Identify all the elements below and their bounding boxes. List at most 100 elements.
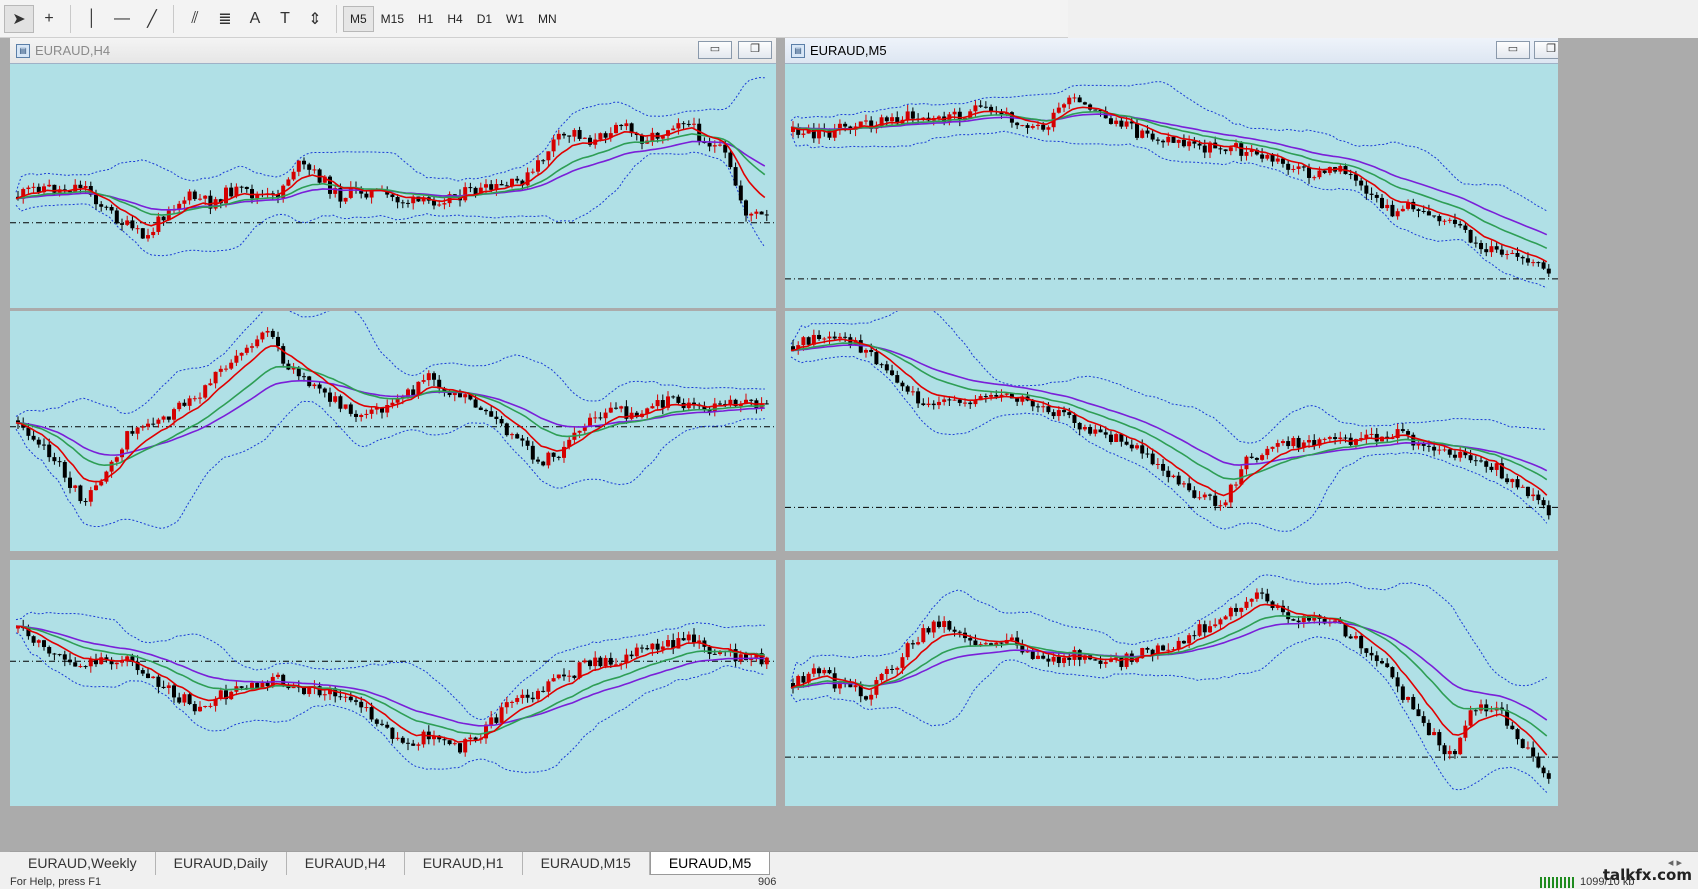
restore-button[interactable]: ❐ <box>1534 41 1558 59</box>
tab-euraud-h1[interactable]: EURAUD,H1 <box>405 852 523 875</box>
candle <box>47 179 52 188</box>
candle <box>942 616 947 633</box>
text-label-tool-icon[interactable]: T <box>270 5 300 33</box>
chart-window-titlebar[interactable]: ▤ EURAUD,H4 ▭ ❐ <box>10 38 776 64</box>
candle <box>1312 175 1317 181</box>
trend-line-tool-icon[interactable]: ╱ <box>137 5 167 33</box>
candle <box>208 703 213 709</box>
ma-mid-line <box>15 133 766 216</box>
chart-pane-bottom-left[interactable] <box>10 560 776 806</box>
candle <box>572 675 577 680</box>
ma-fast-line <box>790 106 1548 263</box>
candle <box>1479 699 1484 714</box>
candle <box>588 413 592 428</box>
candle <box>681 631 686 641</box>
candle <box>1093 424 1098 437</box>
candle <box>525 689 530 703</box>
chart-pane-top-right[interactable]: ▤ EURAUD,M5 ▭ ❐ <box>785 38 1558 308</box>
candle <box>494 411 499 425</box>
candle <box>1437 214 1442 226</box>
toolbar-separator <box>173 4 174 33</box>
candle <box>1531 259 1536 267</box>
candle <box>968 109 973 119</box>
timeframe-d1-button[interactable]: D1 <box>470 6 499 32</box>
candle <box>161 680 166 689</box>
candle <box>224 365 228 372</box>
tab-euraud-m5[interactable]: EURAUD,M5 <box>649 852 771 875</box>
candle <box>1426 719 1431 736</box>
candle <box>619 124 624 130</box>
timeframe-h4-button[interactable]: H4 <box>440 6 469 32</box>
candle <box>863 114 868 125</box>
candle <box>1359 633 1364 655</box>
crosshair-tool-icon[interactable]: + <box>34 5 64 33</box>
candle <box>244 186 249 193</box>
candle <box>1260 148 1265 163</box>
candle <box>551 674 556 682</box>
candle <box>1536 490 1541 505</box>
chart-window-titlebar[interactable]: ▤ EURAUD,M5 ▭ ❐ <box>785 38 1558 64</box>
cursor-arrow-tool-icon[interactable]: ➤ <box>4 4 34 33</box>
minimize-button[interactable]: ▭ <box>1496 41 1530 59</box>
candle <box>640 644 644 653</box>
candle <box>1379 658 1384 665</box>
price-chart[interactable] <box>785 560 1558 806</box>
timeframe-h1-button[interactable]: H1 <box>411 6 440 32</box>
candle <box>515 175 520 184</box>
candle <box>104 205 109 211</box>
candle <box>978 100 983 108</box>
chart-pane-middle-right[interactable] <box>785 311 1558 551</box>
chart-pane-bottom-right[interactable] <box>785 560 1558 806</box>
candle <box>1286 160 1291 175</box>
candle <box>1400 423 1405 433</box>
ma-mid-line <box>15 625 765 735</box>
horizontal-line-tool-icon[interactable]: — <box>107 5 137 33</box>
candle <box>1338 431 1343 444</box>
candle <box>890 364 895 377</box>
candle <box>634 410 639 419</box>
restore-button[interactable]: ❐ <box>738 41 772 59</box>
text-tool-icon[interactable]: A <box>240 5 270 33</box>
arrows-tool-icon[interactable]: ⇕ <box>300 5 330 33</box>
candle <box>931 400 936 410</box>
chart-pane-top-left[interactable]: ▤ EURAUD,H4 ▭ ❐ <box>10 38 776 308</box>
candle <box>515 695 520 705</box>
fibonacci-retracement-tool-icon[interactable]: ≣ <box>210 5 240 33</box>
tab-euraud-h4[interactable]: EURAUD,H4 <box>287 852 405 875</box>
candle <box>556 129 561 146</box>
candle <box>1510 722 1515 730</box>
candle <box>1353 631 1358 640</box>
watermark: talkfx.com <box>1602 866 1692 884</box>
timeframe-m5-button[interactable]: M5 <box>343 5 374 32</box>
candle <box>265 187 270 199</box>
candle <box>598 412 603 421</box>
timeframe-m15-button[interactable]: M15 <box>374 6 411 32</box>
equidistant-channel-tool-icon[interactable]: ⫽ <box>180 5 210 33</box>
timeframe-w1-button[interactable]: W1 <box>499 6 531 32</box>
price-chart[interactable] <box>10 64 776 308</box>
candle <box>890 113 895 127</box>
minimize-button[interactable]: ▭ <box>698 41 732 59</box>
chart-pane-middle-left[interactable] <box>10 311 776 551</box>
chart-workspace: ▤ EURAUD,H4 ▭ ❐ ▤ EURAUD,M5 ▭ ❐ <box>0 38 1698 852</box>
tab-euraud-weekly[interactable]: EURAUD,Weekly <box>10 852 156 875</box>
price-chart[interactable] <box>785 311 1558 551</box>
tab-euraud-m15[interactable]: EURAUD,M15 <box>523 852 650 875</box>
candle <box>307 162 312 176</box>
price-chart[interactable] <box>785 64 1558 308</box>
ma-mid-line <box>790 111 1548 250</box>
price-chart[interactable] <box>10 311 776 551</box>
price-chart[interactable] <box>10 560 776 806</box>
candle <box>1161 139 1166 148</box>
candle <box>328 387 332 407</box>
tab-euraud-daily[interactable]: EURAUD,Daily <box>156 852 287 875</box>
candle <box>895 370 900 384</box>
candle <box>291 362 296 374</box>
toolbar-separator <box>70 4 71 33</box>
vertical-line-tool-icon[interactable]: │ <box>77 5 107 33</box>
candle <box>837 119 842 135</box>
candle <box>42 639 46 651</box>
candle <box>177 692 182 705</box>
candle <box>73 179 78 193</box>
timeframe-mn-button[interactable]: MN <box>531 6 564 32</box>
